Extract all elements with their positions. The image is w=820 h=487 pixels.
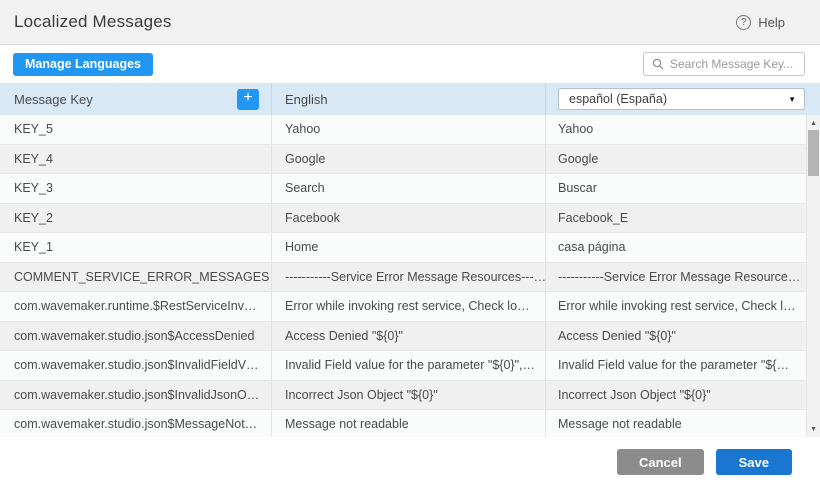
cell-key: com.wavemaker.studio.json$MessageNot… [0,410,272,437]
cell-english[interactable]: -----------Service Error Message Resourc… [272,263,546,292]
column-header-english: English [272,83,546,115]
cell-english[interactable]: Google [272,145,546,174]
cell-key: COMMENT_SERVICE_ERROR_MESSAGES [0,263,272,292]
cell-translation[interactable]: Message not readable [546,410,806,437]
table-row: com.wavemaker.studio.json$InvalidJsonO… … [0,381,806,411]
cell-english[interactable]: Message not readable [272,410,546,437]
cell-key: KEY_1 [0,233,272,262]
cell-key: com.wavemaker.studio.json$AccessDenied [0,322,272,351]
help-label: Help [758,15,785,30]
cell-english[interactable]: Access Denied "${0}" [272,322,546,351]
column-header-message-key: Message Key + [0,83,272,115]
table-row: KEY_4 Google Google [0,145,806,175]
cell-translation[interactable]: Yahoo [546,115,806,144]
message-key-label: Message Key [14,92,93,107]
table-row: com.wavemaker.studio.json$InvalidFieldV…… [0,351,806,381]
cell-translation[interactable]: Google [546,145,806,174]
table-row: KEY_5 Yahoo Yahoo [0,115,806,145]
cell-translation[interactable]: Error while invoking rest service, Check… [546,292,806,321]
cell-key: KEY_4 [0,145,272,174]
add-language-button[interactable]: + [237,89,259,110]
cell-key: KEY_5 [0,115,272,144]
table-header: Message Key + English español (España) ▼ [0,83,820,115]
language-select[interactable]: español (España) ▼ [558,88,805,110]
search-box [643,52,805,76]
cell-translation[interactable]: Access Denied "${0}" [546,322,806,351]
table-row: KEY_2 Facebook Facebook_E [0,204,806,234]
cell-english[interactable]: Invalid Field value for the parameter "$… [272,351,546,380]
cell-translation[interactable]: Invalid Field value for the parameter "$… [546,351,806,380]
cancel-button[interactable]: Cancel [617,449,704,475]
title-bar: Localized Messages ? Help [0,0,820,45]
toolbar: Manage Languages [0,45,820,83]
cell-key: com.wavemaker.studio.json$InvalidFieldV… [0,351,272,380]
cell-english[interactable]: Yahoo [272,115,546,144]
cell-key: com.wavemaker.studio.json$InvalidJsonO… [0,381,272,410]
page-title: Localized Messages [14,12,172,32]
cell-translation[interactable]: Buscar [546,174,806,203]
language-select-value: español (España) [569,92,667,106]
search-icon [652,58,664,70]
scroll-up-icon[interactable]: ▲ [807,117,820,129]
column-header-language: español (España) ▼ [546,83,820,115]
vertical-scrollbar[interactable]: ▲ ▼ [806,115,820,437]
table-row: com.wavemaker.runtime.$RestServiceInv… E… [0,292,806,322]
table-body: KEY_5 Yahoo Yahoo KEY_4 Google Google KE… [0,115,806,437]
table-row: KEY_3 Search Buscar [0,174,806,204]
cell-translation[interactable]: casa página [546,233,806,262]
localized-messages-dialog: Localized Messages ? Help Manage Languag… [0,0,820,487]
scroll-down-icon[interactable]: ▼ [807,423,820,435]
cell-english[interactable]: Home [272,233,546,262]
cell-translation[interactable]: Facebook_E [546,204,806,233]
cell-english[interactable]: Incorrect Json Object "${0}" [272,381,546,410]
search-input[interactable] [670,57,796,71]
cell-key: com.wavemaker.runtime.$RestServiceInv… [0,292,272,321]
cell-key: KEY_2 [0,204,272,233]
cell-english[interactable]: Error while invoking rest service, Check… [272,292,546,321]
cell-english[interactable]: Facebook [272,204,546,233]
cell-english[interactable]: Search [272,174,546,203]
help-button[interactable]: ? Help [736,15,785,30]
table-row: KEY_1 Home casa página [0,233,806,263]
cell-translation[interactable]: Incorrect Json Object "${0}" [546,381,806,410]
cell-key: KEY_3 [0,174,272,203]
scrollbar-thumb[interactable] [808,130,819,176]
english-label: English [285,92,328,107]
manage-languages-button[interactable]: Manage Languages [13,53,153,76]
table-row: com.wavemaker.studio.json$MessageNot… Me… [0,410,806,437]
chevron-down-icon: ▼ [788,95,796,104]
table-row: COMMENT_SERVICE_ERROR_MESSAGES ---------… [0,263,806,293]
cell-translation[interactable]: -----------Service Error Message Resourc… [546,263,806,292]
table-row: com.wavemaker.studio.json$AccessDenied A… [0,322,806,352]
save-button[interactable]: Save [716,449,792,475]
help-question-icon: ? [736,15,751,30]
plus-icon: + [243,90,252,106]
table-body-viewport: KEY_5 Yahoo Yahoo KEY_4 Google Google KE… [0,115,820,437]
footer: Cancel Save [0,437,820,487]
